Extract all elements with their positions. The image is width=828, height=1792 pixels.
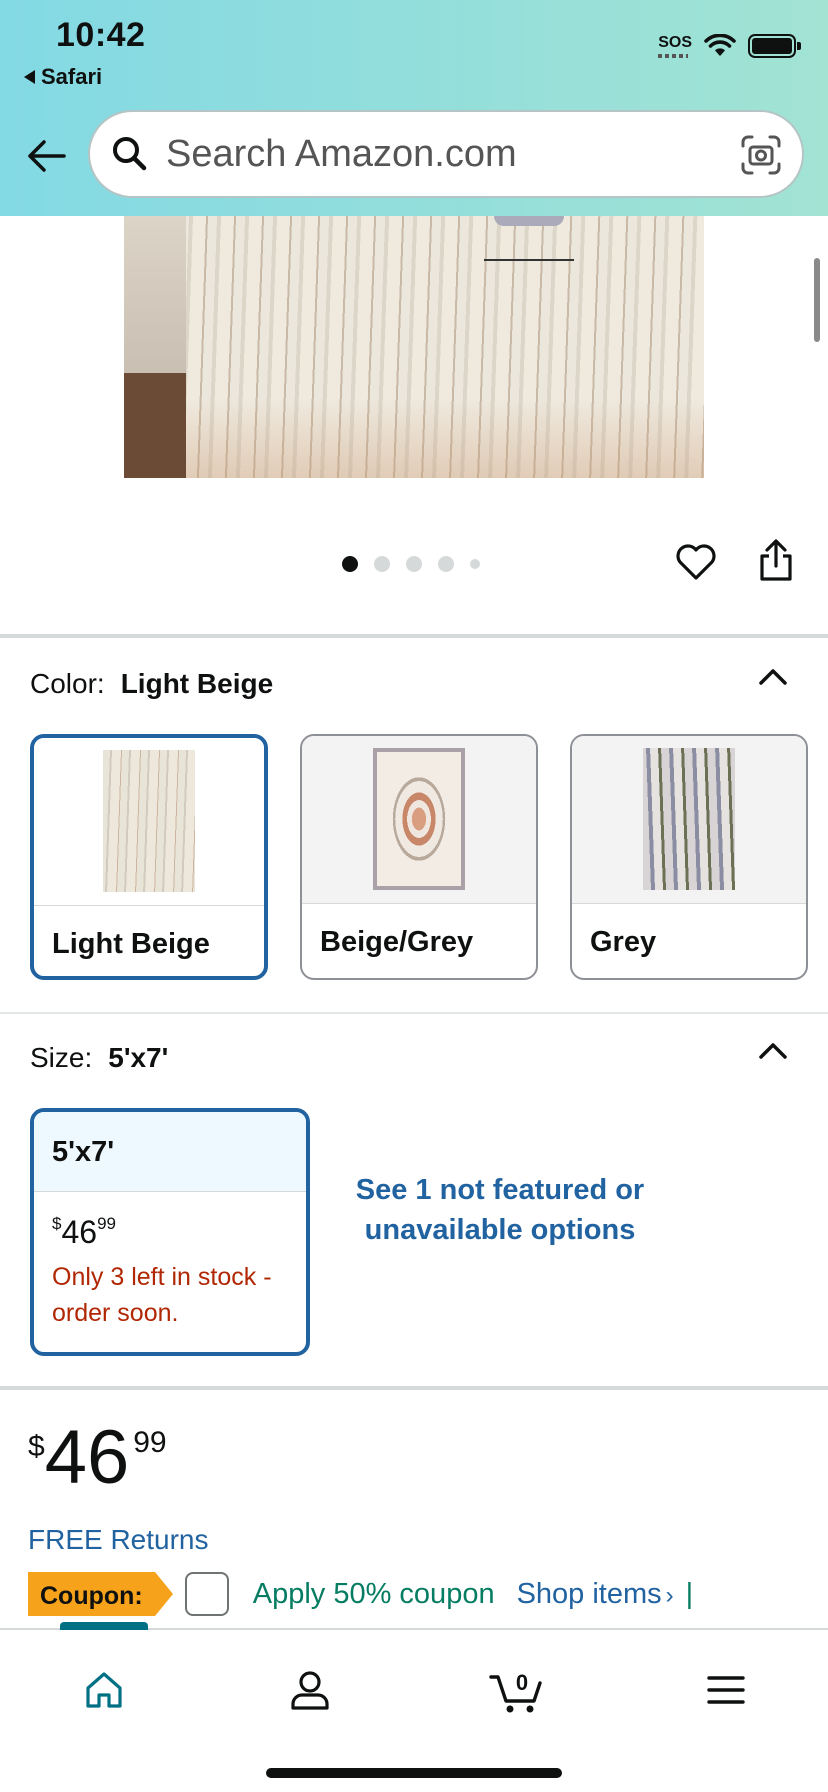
status-icons: SOS [658, 34, 801, 58]
status-time: 10:42 [56, 16, 146, 54]
color-label: Color: Light Beige [30, 668, 273, 700]
pagination-dot[interactable] [342, 556, 358, 572]
menu-icon [707, 1676, 745, 1704]
section-divider [0, 1012, 828, 1014]
image-pagination[interactable] [342, 556, 480, 572]
size-option-5x7[interactable]: 5'x7' $4699 Only 3 left in stock - order… [30, 1108, 310, 1356]
table-shape [484, 216, 574, 261]
sos-indicator: SOS [658, 34, 692, 58]
selected-color: Light Beige [120, 668, 274, 699]
back-to-safari[interactable]: Safari [24, 64, 102, 90]
color-option-grey[interactable]: Grey [570, 734, 808, 980]
price-fraction: 99 [97, 1214, 116, 1233]
price-currency: $ [28, 1430, 45, 1463]
swatch-image [34, 738, 264, 906]
back-triangle-icon [24, 70, 35, 84]
pagination-dot[interactable] [374, 556, 390, 572]
chevron-up-icon[interactable] [758, 1040, 788, 1060]
section-divider [0, 634, 828, 638]
pagination-dot[interactable] [470, 559, 480, 569]
sofa-shape [124, 216, 186, 478]
cart-icon: 0 [489, 1670, 542, 1713]
price-whole: 46 [44, 1415, 130, 1500]
chevron-up-icon[interactable] [758, 666, 788, 686]
rug-thumbnail [643, 748, 735, 890]
size-label-text: Size: [30, 1042, 93, 1073]
share-icon[interactable] [756, 538, 796, 582]
swatch-image [302, 736, 536, 904]
swatch-label: Light Beige [52, 928, 210, 960]
coupon-badge: Coupon: [28, 1572, 173, 1616]
back-arrow-icon[interactable] [24, 134, 68, 178]
price-fraction: 99 [133, 1426, 167, 1459]
nav-home[interactable] [74, 1660, 134, 1720]
rug-thumbnail [103, 750, 195, 892]
header: 10:42 Safari SOS [0, 0, 828, 216]
heart-icon[interactable] [674, 540, 718, 584]
swatch-label: Grey [590, 926, 657, 958]
apply-coupon-text[interactable]: Apply 50% coupon [253, 1578, 495, 1611]
active-tab-indicator [60, 1622, 148, 1630]
chevron-right-icon: › [665, 1581, 674, 1609]
nav-account[interactable] [280, 1660, 340, 1720]
scrollbar[interactable] [814, 258, 820, 342]
price-whole: 46 [61, 1214, 98, 1250]
home-icon [86, 1672, 122, 1708]
separator: | [685, 1577, 694, 1610]
color-label-text: Color: [30, 668, 105, 699]
camera-scan-icon[interactable] [740, 134, 782, 176]
color-option-light-beige[interactable]: Light Beige [30, 734, 268, 980]
pagination-dot[interactable] [438, 556, 454, 572]
stock-warning: Only 3 left in stock - order soon. [52, 1263, 272, 1327]
selected-size: 5'x7' [108, 1042, 169, 1073]
search-icon [113, 137, 147, 171]
battery-icon [748, 34, 801, 58]
bottom-nav: 0 [0, 1622, 828, 1792]
swatch-image [572, 736, 806, 904]
back-app-label: Safari [41, 64, 103, 89]
wifi-icon [704, 34, 736, 56]
shop-items-link[interactable]: Shop items › [517, 1578, 674, 1611]
search-bar[interactable] [88, 110, 804, 198]
account-icon [291, 1671, 329, 1710]
size-option-price: $4699 [34, 1192, 306, 1251]
see-unavailable-options-link[interactable]: See 1 not featured or unavailable option… [354, 1170, 646, 1250]
cart-count: 0 [516, 1670, 528, 1695]
size-option-label: 5'x7' [34, 1112, 306, 1192]
pagination-dot[interactable] [406, 556, 422, 572]
home-indicator-bar[interactable] [266, 1768, 562, 1778]
nav-cart[interactable]: 0 [486, 1660, 550, 1720]
search-input[interactable] [166, 132, 686, 176]
product-image[interactable] [124, 216, 704, 478]
swatch-label: Beige/Grey [320, 926, 474, 958]
coupon-checkbox[interactable] [184, 1572, 229, 1616]
free-returns-link[interactable]: FREE Returns [28, 1524, 209, 1556]
shop-items-label: Shop items [516, 1577, 662, 1610]
product-price: $ 46 99 [28, 1420, 167, 1496]
coupon-row: Coupon: Apply 50% coupon Shop items › | [28, 1572, 693, 1616]
color-option-beige-grey[interactable]: Beige/Grey [300, 734, 538, 980]
size-label: Size: 5'x7' [30, 1042, 168, 1074]
rug-thumbnail [373, 748, 465, 890]
section-divider [0, 1386, 828, 1390]
nav-menu[interactable] [696, 1660, 756, 1720]
